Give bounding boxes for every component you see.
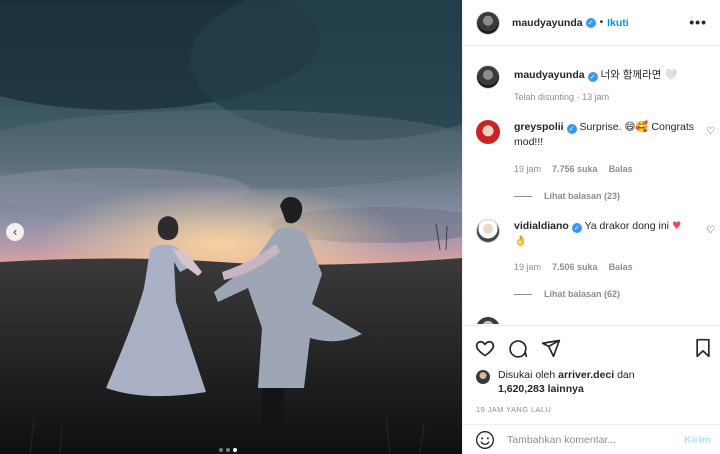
- comment-item-partial: [476, 317, 708, 324]
- avatar[interactable]: [476, 370, 490, 384]
- likes-count[interactable]: 1,620,283 lainnya: [498, 383, 584, 395]
- post-header: maudyayunda ✓ • Ikuti •••: [463, 0, 720, 46]
- more-options-icon[interactable]: •••: [689, 14, 707, 30]
- likes-summary: Disukai oleh arriver.deci dan 1,620,283 …: [476, 368, 716, 396]
- caption-text: 너와 함께라면 🤍: [600, 69, 678, 81]
- caption-username[interactable]: maudyayunda: [514, 69, 585, 81]
- like-heart-icon[interactable]: [475, 338, 495, 358]
- view-replies-label: Lihat balasan (23): [544, 191, 621, 201]
- chevron-left-icon: ‹: [12, 225, 18, 239]
- comment-input[interactable]: [507, 433, 675, 446]
- header-separator: •: [599, 17, 604, 28]
- post-time[interactable]: 19 JAM YANG LALU: [476, 405, 551, 414]
- reply-button[interactable]: Balas: [609, 262, 633, 272]
- likes-user[interactable]: arriver.deci: [558, 369, 614, 381]
- verified-badge-icon: ✓: [566, 124, 577, 134]
- caption: maudyayunda ✓ 너와 함께라면 🤍: [476, 65, 708, 89]
- verified-badge-icon: ✓: [587, 72, 598, 82]
- replies-line: [514, 293, 532, 295]
- caption-body: maudyayunda ✓ 너와 함께라면 🤍: [514, 68, 694, 89]
- comment-meta: 19 jam 7.506 suka Balas: [514, 262, 633, 272]
- carousel-dot-active: [233, 448, 237, 452]
- comment-likes[interactable]: 7.506 suka: [552, 262, 598, 272]
- view-replies-button[interactable]: Lihat balasan (23): [514, 191, 620, 201]
- likes-prefix: Disukai oleh: [498, 369, 556, 381]
- avatar[interactable]: [476, 65, 500, 89]
- avatar[interactable]: [476, 317, 500, 324]
- post-actions: [463, 325, 720, 369]
- edited-label: Telah disunting: [514, 92, 575, 102]
- emoji-smiley-icon[interactable]: [475, 430, 495, 450]
- instagram-post-dialog: ‹ maudyayunda ✓ • Ikuti ••• maudyayunda …: [0, 0, 720, 454]
- carousel-indicator: [219, 446, 237, 454]
- like-comment-heart-icon[interactable]: ♡: [706, 126, 715, 137]
- caption-time[interactable]: 13 jam: [582, 92, 609, 102]
- comments-list[interactable]: maudyayunda ✓ 너와 함께라면 🤍 Telah disunting ·…: [463, 47, 720, 324]
- like-comment-heart-icon[interactable]: ♡: [706, 225, 715, 236]
- comment-bubble-icon[interactable]: [508, 338, 528, 358]
- comment-meta: 19 jam 7.756 suka Balas: [514, 164, 633, 174]
- comment-text: Ya drakor dong ini: [584, 220, 670, 232]
- verified-badge-icon: ✓: [571, 223, 582, 233]
- header-user: maudyayunda ✓ • Ikuti: [512, 17, 629, 29]
- comment-username[interactable]: greyspolii: [514, 121, 564, 133]
- save-bookmark-icon[interactable]: [694, 338, 712, 358]
- post-comment-button[interactable]: Kirim: [684, 434, 711, 446]
- replies-line: [514, 195, 532, 197]
- comment-username[interactable]: vidialdiano: [514, 220, 569, 232]
- comment-time[interactable]: 19 jam: [514, 164, 541, 174]
- add-comment-bar: Kirim: [463, 424, 720, 454]
- post-side-panel: maudyayunda ✓ • Ikuti ••• maudyayunda ✓ 너…: [462, 0, 720, 454]
- carousel-dot: [226, 448, 230, 452]
- comment-body: vidialdiano ✓ Ya drakor dong ini ♥ 👌: [514, 219, 694, 249]
- comment-item: greyspolii ✓ Surprise. 😄🥰 Congrats mod!!!: [476, 120, 708, 150]
- meta-dot: ·: [576, 92, 580, 102]
- likes-text: Disukai oleh arriver.deci dan 1,620,283 …: [498, 368, 635, 396]
- header-username[interactable]: maudyayunda: [512, 17, 583, 29]
- reply-button[interactable]: Balas: [609, 164, 633, 174]
- comment-time[interactable]: 19 jam: [514, 262, 541, 272]
- comment-heart-emoji: ♥: [671, 220, 682, 232]
- caption-meta: Telah disunting · 13 jam: [514, 92, 609, 102]
- sunset-couple-illustration: [0, 0, 462, 454]
- comment-item: vidialdiano ✓ Ya drakor dong ini ♥ 👌: [476, 219, 708, 249]
- comment-body: greyspolii ✓ Surprise. 😄🥰 Congrats mod!!!: [514, 120, 694, 150]
- likes-mid: dan: [617, 369, 635, 381]
- avatar[interactable]: [476, 219, 500, 243]
- follow-button[interactable]: Ikuti: [607, 17, 629, 29]
- avatar[interactable]: [476, 120, 500, 144]
- avatar[interactable]: [476, 10, 500, 35]
- post-photo[interactable]: ‹: [0, 0, 462, 454]
- verified-badge-icon: ✓: [585, 17, 596, 28]
- comment-likes[interactable]: 7.756 suka: [552, 164, 598, 174]
- carousel-prev-button[interactable]: ‹: [6, 223, 24, 241]
- comment-emoji: 👌: [514, 235, 528, 247]
- view-replies-label: Lihat balasan (62): [544, 289, 621, 299]
- view-replies-button[interactable]: Lihat balasan (62): [514, 289, 620, 299]
- share-send-icon[interactable]: [541, 338, 561, 358]
- carousel-dot: [219, 448, 223, 452]
